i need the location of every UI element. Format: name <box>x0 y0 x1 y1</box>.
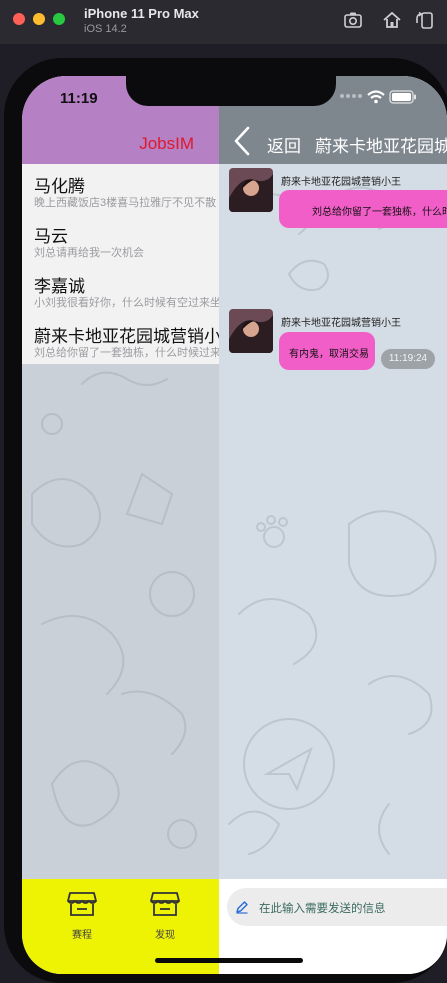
conversation-list: 马化腾 晚上西藏饭店3楼喜马拉雅厅不见不散 马云 刘总请再给我一次机会 李嘉诚 … <box>22 164 219 364</box>
wifi-icon <box>367 90 385 104</box>
sender-name: 蔚来卡地亚花园城营销小王 <box>281 177 401 188</box>
app-title: JobsIM <box>139 134 194 153</box>
zoom-window-button[interactable] <box>53 13 65 25</box>
sender-name: 蔚来卡地亚花园城营销小王 <box>281 318 401 329</box>
minimize-window-button[interactable] <box>33 13 45 25</box>
list-item[interactable]: 马化腾 晚上西藏饭店3楼喜马拉雅厅不见不散 <box>22 164 219 214</box>
screenshot-icon[interactable] <box>342 9 364 31</box>
device-screen: 11:19 JobsIM 马化腾 晚上西藏饭店3楼喜马拉雅厅不见不散 马云 刘总… <box>22 76 447 974</box>
avatar-image <box>229 309 273 353</box>
battery-icon <box>389 90 416 104</box>
tab-discover[interactable]: 发现 <box>135 879 195 949</box>
message-text: 刘总给你留了一套独栋，什么时候过来看看 <box>312 207 447 218</box>
rotate-icon[interactable] <box>414 9 436 31</box>
message-text: 有内鬼，取消交易 <box>289 349 369 360</box>
message-preview: 小刘我很看好你，什么时候有空过来坐坐 <box>34 297 219 309</box>
tab-schedule[interactable]: 赛程 <box>52 879 112 949</box>
notch <box>126 76 336 106</box>
list-item[interactable]: 马云 刘总请再给我一次机会 <box>22 214 219 264</box>
shop-icon <box>67 892 97 916</box>
message-preview: 晚上西藏饭店3楼喜马拉雅厅不见不散 <box>34 197 217 209</box>
doodle-background <box>31 371 197 849</box>
pencil-icon <box>236 901 248 914</box>
chevron-left-icon[interactable] <box>233 126 253 156</box>
message-input[interactable]: 在此输入需要发送的信息 <box>227 888 447 926</box>
shop-icon <box>150 892 180 916</box>
message-preview: 刘总给你留了一套独栋，什么时候过来看看 <box>34 347 219 359</box>
avatar[interactable] <box>229 309 273 353</box>
home-icon[interactable] <box>381 9 403 31</box>
list-item[interactable]: 蔚来卡地亚花园城营销小王 刘总给你留了一套独栋，什么时候过来看看 <box>22 314 219 364</box>
tab-label: 赛程 <box>72 930 92 941</box>
message-timestamp: 11:19:24 <box>381 349 435 369</box>
message-bubble[interactable]: 刘总给你留了一套独栋，什么时候过来看看 <box>279 190 447 228</box>
home-indicator[interactable] <box>155 958 303 963</box>
conversation-panel: 11:19 JobsIM 马化腾 晚上西藏饭店3楼喜马拉雅厅不见不散 马云 刘总… <box>22 76 219 974</box>
back-button[interactable]: 返回 <box>267 132 301 157</box>
simulator-os-version: iOS 14.2 <box>84 23 127 35</box>
signal-icon <box>340 94 362 98</box>
avatar-image <box>229 168 273 212</box>
list-item[interactable]: 李嘉诚 小刘我很看好你，什么时候有空过来坐坐 <box>22 264 219 314</box>
tab-label: 发现 <box>155 930 175 941</box>
input-placeholder: 在此输入需要发送的信息 <box>259 903 386 915</box>
doodle-background <box>228 186 437 855</box>
message-bubble[interactable]: 有内鬼，取消交易 <box>279 332 375 370</box>
status-time: 11:19 <box>60 90 98 107</box>
message-preview: 刘总请再给我一次机会 <box>34 247 144 259</box>
chat-panel: 返回 蔚来卡地亚花园城营销小王 蔚来卡地亚花园城营销小王 刘总给你留了一套独栋，… <box>219 76 447 974</box>
avatar[interactable] <box>229 168 273 212</box>
simulator-device-name: iPhone 11 Pro Max <box>84 6 199 21</box>
close-window-button[interactable] <box>13 13 25 25</box>
simulator-title-bar: iPhone 11 Pro Max iOS 14.2 <box>0 0 447 44</box>
chat-title: 蔚来卡地亚花园城营销小王 <box>315 137 447 156</box>
